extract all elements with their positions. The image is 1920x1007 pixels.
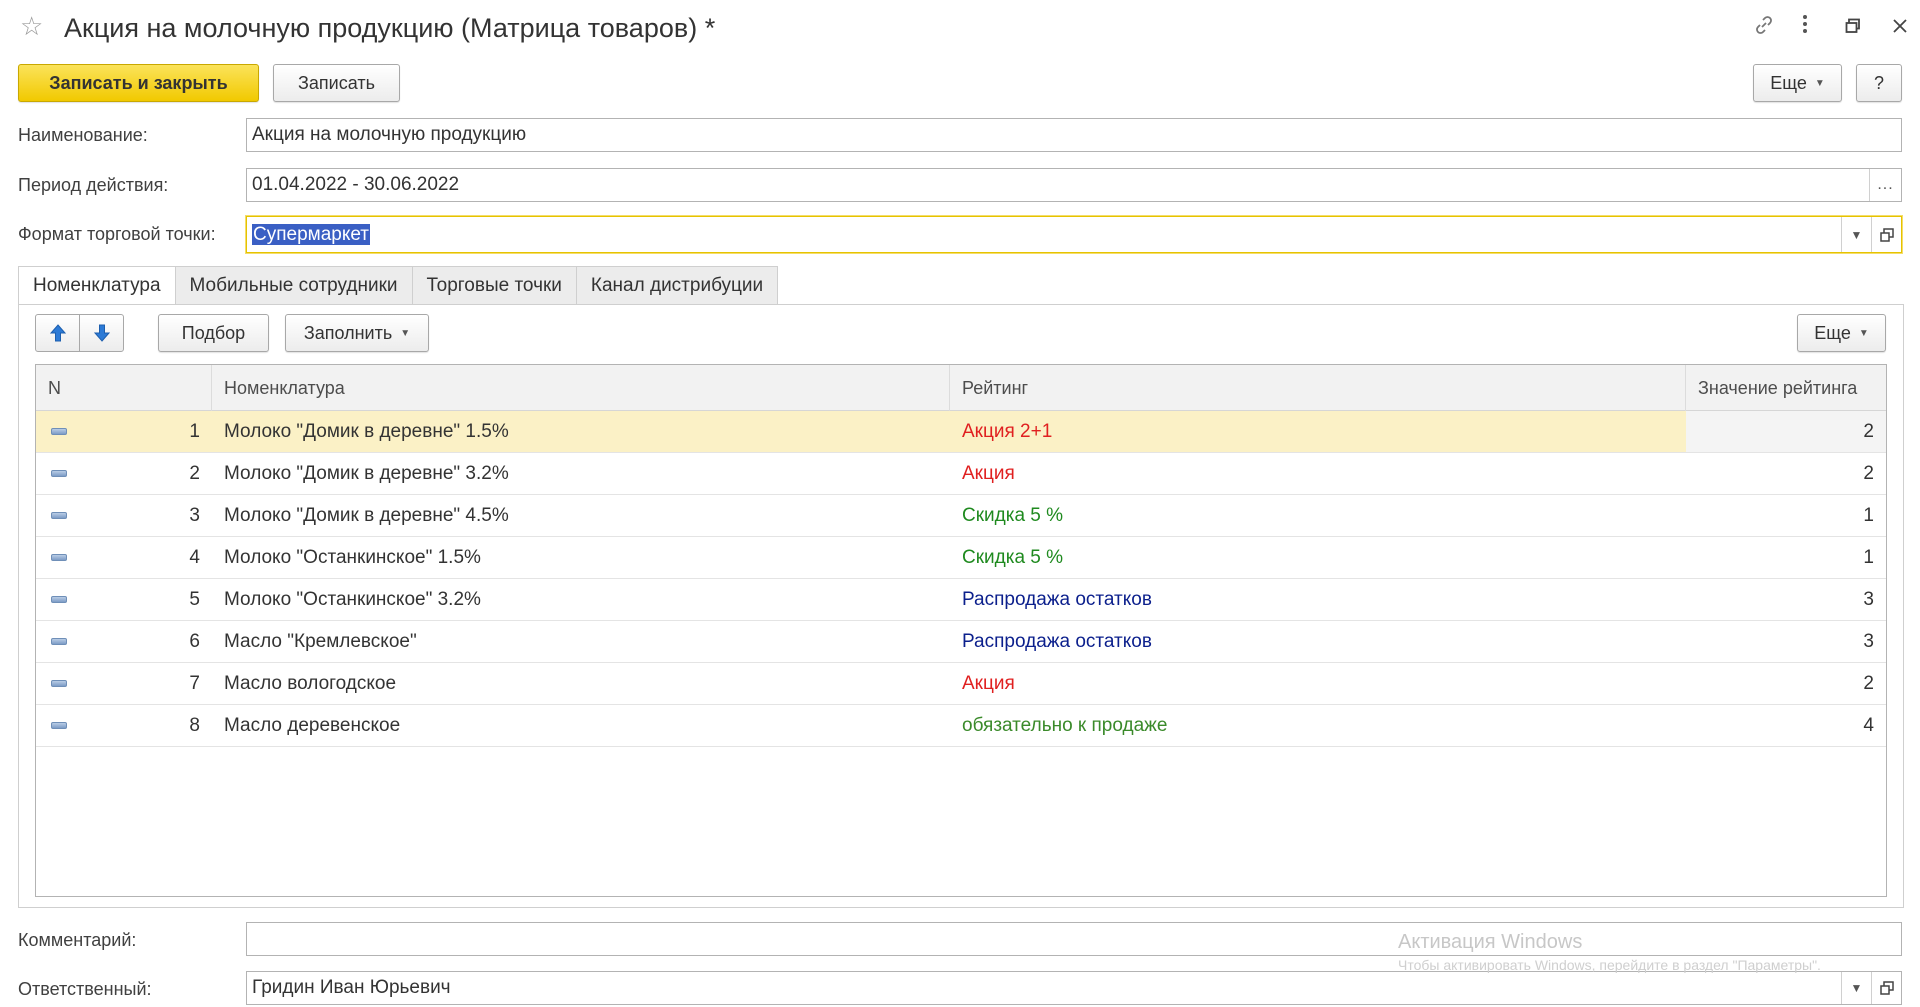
row-rating: Акция [962, 672, 1015, 694]
responsible-field[interactable]: Гридин Иван Юрьевич ▼ [246, 971, 1902, 1005]
row-number: 8 [189, 714, 200, 736]
row-rating: Распродажа остатков [962, 630, 1152, 652]
open-icon[interactable] [1871, 972, 1901, 1004]
table-row[interactable]: 3 Молоко "Домик в деревне" 4.5% Скидка 5… [36, 495, 1886, 537]
row-rating-value: 4 [1863, 714, 1874, 736]
arrow-up-icon [49, 324, 66, 342]
table-more-button[interactable]: Еще ▼ [1797, 314, 1886, 352]
format-field[interactable]: Супермаркет ▼ [246, 216, 1902, 253]
close-icon[interactable] [1885, 14, 1915, 42]
table-row[interactable]: 1 Молоко "Домик в деревне" 1.5% Акция 2+… [36, 411, 1886, 453]
tab-distribution-channel[interactable]: Канал дистрибуции [576, 266, 779, 305]
row-product: Молоко "Домик в деревне" 1.5% [224, 420, 509, 442]
windows-activation-hint: Чтобы активировать Windows, перейдите в … [1398, 957, 1821, 973]
row-rating-value: 2 [1686, 411, 1886, 452]
row-product: Масло "Кремлевское" [224, 630, 417, 652]
table-row[interactable]: 5 Молоко "Останкинское" 3.2% Распродажа … [36, 579, 1886, 621]
save-and-close-button[interactable]: Записать и закрыть [18, 64, 259, 102]
name-field[interactable]: Акция на молочную продукцию [246, 118, 1902, 152]
row-number: 2 [189, 462, 200, 484]
table-row[interactable]: 7 Масло вологодское Акция 2 [36, 663, 1886, 705]
row-rating: Скидка 5 % [962, 546, 1064, 568]
row-rating-value: 2 [1863, 672, 1874, 694]
name-value: Акция на молочную продукцию [252, 124, 527, 145]
save-label: Записать [298, 72, 375, 93]
favorite-star-icon[interactable]: ☆ [20, 12, 48, 40]
row-rating-value: 3 [1863, 630, 1874, 652]
select-label: Подбор [181, 322, 246, 343]
period-select-button[interactable]: ... [1869, 169, 1901, 201]
row-product: Молоко "Домик в деревне" 3.2% [224, 462, 509, 484]
arrow-down-icon [93, 324, 110, 342]
column-header-rating-value[interactable]: Значение рейтинга [1686, 365, 1886, 411]
row-rating: Акция 2+1 [962, 420, 1053, 442]
row-product: Молоко "Останкинское" 3.2% [224, 588, 481, 610]
row-product: Масло вологодское [224, 672, 397, 694]
row-number: 4 [189, 546, 200, 568]
format-label: Формат торговой точки: [18, 224, 216, 244]
row-rating: обязательно к продаже [962, 714, 1168, 736]
fill-label: Заполнить [303, 322, 393, 343]
row-rating-value: 3 [1863, 588, 1874, 610]
window-title: Акция на молочную продукцию (Матрица тов… [64, 13, 716, 43]
row-rating-value: 1 [1863, 546, 1874, 568]
table-more-label: Еще [1814, 322, 1851, 343]
row-number: 6 [189, 630, 200, 652]
period-label: Период действия: [18, 175, 169, 195]
table-row[interactable]: 4 Молоко "Останкинское" 1.5% Скидка 5 % … [36, 537, 1886, 579]
restore-window-icon[interactable] [1838, 14, 1868, 42]
save-and-close-label: Записать и закрыть [49, 72, 228, 93]
comment-label: Комментарий: [18, 930, 137, 950]
table-row[interactable]: 8 Масло деревенское обязательно к продаж… [36, 705, 1886, 747]
row-product: Молоко "Домик в деревне" 4.5% [224, 504, 509, 526]
row-number: 3 [189, 504, 200, 526]
more-button[interactable]: Еще ▼ [1753, 64, 1842, 102]
column-header-rating[interactable]: Рейтинг [950, 365, 1686, 411]
save-button[interactable]: Записать [273, 64, 400, 102]
move-down-button[interactable] [79, 314, 124, 352]
chevron-down-icon: ▼ [1858, 327, 1869, 339]
period-field[interactable]: 01.04.2022 - 30.06.2022 ... [246, 168, 1902, 202]
row-number: 5 [189, 588, 200, 610]
column-header-n[interactable]: N [36, 365, 212, 411]
column-header-nomenclature[interactable]: Номенклатура [212, 365, 950, 411]
tab-bar: Номенклатура Мобильные сотрудники Торгов… [18, 266, 779, 305]
chevron-down-icon: ▼ [1814, 77, 1825, 89]
tab-mobile-employees[interactable]: Мобильные сотрудники [175, 266, 413, 305]
table-header: N Номенклатура Рейтинг Значение рейтинга [36, 365, 1886, 411]
help-button[interactable]: ? [1856, 64, 1902, 102]
responsible-label: Ответственный: [18, 979, 152, 999]
more-vertical-icon[interactable] [1790, 14, 1820, 42]
row-number: 7 [189, 672, 200, 694]
table-row[interactable]: 6 Масло "Кремлевское" Распродажа остатко… [36, 621, 1886, 663]
row-rating: Скидка 5 % [962, 504, 1064, 526]
nomenclature-table[interactable]: N Номенклатура Рейтинг Значение рейтинга… [35, 364, 1887, 897]
comment-field[interactable] [246, 922, 1902, 956]
open-icon[interactable] [1871, 217, 1901, 252]
dropdown-icon[interactable]: ▼ [1841, 972, 1871, 1004]
tab-nomenclature[interactable]: Номенклатура [18, 266, 176, 305]
chevron-down-icon: ▼ [400, 327, 411, 339]
name-label: Наименование: [18, 125, 148, 145]
windows-activation-title: Активация Windows [1398, 931, 1583, 953]
row-product: Молоко "Останкинское" 1.5% [224, 546, 481, 568]
more-label: Еще [1770, 72, 1807, 93]
tab-sales-points[interactable]: Торговые точки [412, 266, 577, 305]
row-rating-value: 2 [1863, 462, 1874, 484]
dropdown-icon[interactable]: ▼ [1841, 217, 1871, 252]
period-value: 01.04.2022 - 30.06.2022 [252, 174, 460, 195]
help-label: ? [1873, 72, 1884, 93]
row-number: 1 [189, 420, 200, 442]
move-up-button[interactable] [35, 314, 80, 352]
row-rating: Акция [962, 462, 1015, 484]
row-product: Масло деревенское [224, 714, 401, 736]
table-row[interactable]: 2 Молоко "Домик в деревне" 3.2% Акция 2 [36, 453, 1886, 495]
select-button[interactable]: Подбор [158, 314, 269, 352]
fill-button[interactable]: Заполнить ▼ [285, 314, 429, 352]
responsible-value: Гридин Иван Юрьевич [252, 977, 451, 998]
format-value: Супермаркет [252, 223, 371, 245]
row-rating: Распродажа остатков [962, 588, 1152, 610]
link-icon[interactable] [1749, 14, 1779, 42]
row-rating-value: 1 [1863, 504, 1874, 526]
